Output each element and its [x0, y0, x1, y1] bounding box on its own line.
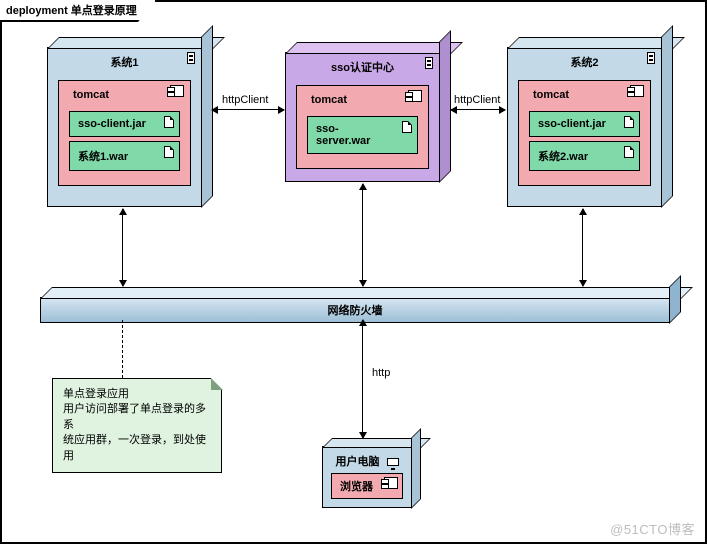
note: 单点登录应用 用户访问部署了单点登录的多系 统应用群，一次登录，到处使用 [52, 378, 222, 473]
firewall-label: 网络防火墙 [328, 305, 383, 317]
document-icon [164, 146, 174, 158]
node-icon [187, 52, 195, 64]
component-tomcat-sso: tomcat sso-server.war [296, 85, 429, 169]
document-icon [624, 116, 634, 128]
connector-label: http [370, 367, 392, 379]
component-icon [630, 85, 644, 97]
browser-label: 浏览器 [340, 481, 373, 493]
component-title: tomcat [529, 89, 640, 107]
component-tomcat-system2: tomcat sso-client.jar 系统2.war [518, 80, 651, 186]
artifact: sso-client.jar [529, 111, 640, 137]
note-text: 用户访问部署了单点登录的多系 [63, 402, 211, 433]
node-system2: 系统2 tomcat sso-client.jar 系统2.war [507, 47, 662, 207]
artifact: sso-client.jar [69, 111, 180, 137]
node-client: 用户电脑 浏览器 [322, 446, 412, 508]
connector-httpclient-right [451, 109, 505, 110]
artifact: 系统2.war [529, 141, 640, 171]
artifact: sso-server.war [307, 116, 418, 154]
connector-sso-firewall [362, 184, 363, 286]
client-title-text: 用户电脑 [335, 456, 379, 468]
node-title: 系统2 [508, 48, 661, 74]
watermark: @51CTO博客 [610, 519, 695, 538]
firewall-bar: 网络防火墙 [40, 297, 670, 323]
artifact-label: sso-server.war [316, 123, 370, 147]
connector-httpclient-left [212, 109, 284, 110]
node-system1: 系统1 tomcat sso-client.jar 系统1.war [47, 47, 202, 207]
connector-sys1-firewall [122, 209, 123, 286]
node-title: sso认证中心 [286, 53, 439, 79]
component-icon [408, 90, 422, 102]
document-icon [164, 116, 174, 128]
component-title: tomcat [69, 89, 180, 107]
canvas: 系统1 tomcat sso-client.jar 系统1.war sso认证中… [2, 2, 705, 542]
node-sso-center: sso认证中心 tomcat sso-server.war [285, 52, 440, 182]
component-icon [170, 85, 184, 97]
artifact: 系统1.war [69, 141, 180, 171]
artifact-label: sso-client.jar [538, 118, 606, 130]
node-icon [425, 57, 433, 69]
component-tomcat-system1: tomcat sso-client.jar 系统1.war [58, 80, 191, 186]
node-icon [647, 52, 655, 64]
note-connector [122, 320, 123, 378]
component-browser: 浏览器 [331, 473, 403, 499]
connector-label: httpClient [220, 94, 270, 106]
connector-sys2-firewall [582, 209, 583, 286]
artifact-label: 系统1.war [78, 151, 128, 163]
note-text: 单点登录应用 [63, 387, 211, 402]
connector-label: httpClient [452, 94, 502, 106]
document-icon [624, 146, 634, 158]
connector-http [362, 320, 363, 438]
client-title: 用户电脑 [331, 453, 403, 473]
diagram-frame: deployment 单点登录原理 系统1 tomcat sso-client.… [0, 0, 707, 544]
note-text: 统应用群，一次登录，到处使用 [63, 433, 211, 464]
artifact-label: 系统2.war [538, 151, 588, 163]
monitor-icon [387, 458, 399, 466]
node-title: 系统1 [48, 48, 201, 74]
document-icon [402, 121, 412, 133]
component-title: tomcat [307, 94, 418, 112]
component-icon [384, 477, 398, 489]
artifact-label: sso-client.jar [78, 118, 146, 130]
